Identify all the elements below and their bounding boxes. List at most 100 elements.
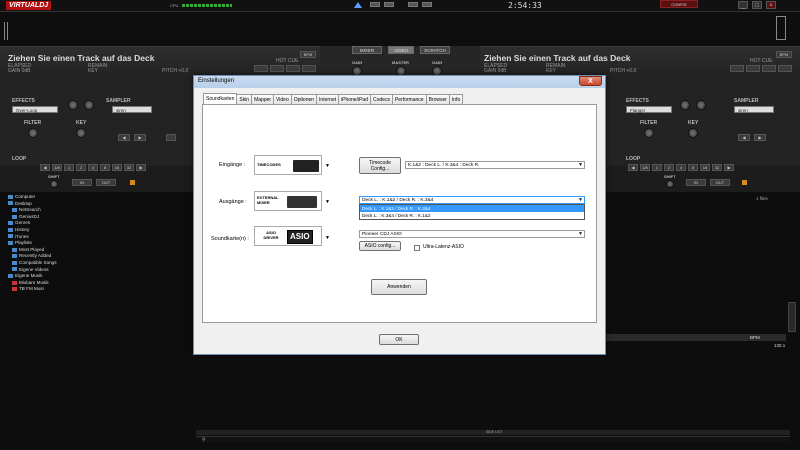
deck-left-sampler-next[interactable]: ▶ xyxy=(134,134,146,141)
deck-left-loop-4[interactable]: 4 xyxy=(88,164,98,171)
deck-right-loop-2[interactable]: 2 xyxy=(664,164,674,171)
deck-left-shift-knob[interactable] xyxy=(50,180,58,188)
tab-browser[interactable]: Browser xyxy=(425,94,450,104)
layout-icon-3[interactable] xyxy=(408,2,418,7)
tree-item-eigene-musik[interactable]: Eigene Musik xyxy=(8,273,188,280)
deck-right-loop-1-8[interactable]: 1/8 xyxy=(640,164,650,171)
deck-left-key-knob[interactable] xyxy=(76,128,86,138)
soundcard-select[interactable]: Pioneer CDJ ASIO ▼ xyxy=(359,230,585,238)
deck-left-sampler-prev[interactable]: ◀ xyxy=(118,134,130,141)
outputs-select[interactable]: Deck L. : K.1&2 / Deck R. : K.3&4 ▼ xyxy=(359,196,585,204)
deck-left-loop-prev[interactable]: ◀ xyxy=(40,164,50,171)
deck-right-in-button[interactable]: IN xyxy=(686,179,706,186)
tab-iphone-ipad[interactable]: iPhone/iPad xyxy=(338,94,371,104)
tree-item-netsearch[interactable]: NetSearch xyxy=(8,207,188,214)
deck-left-out-button[interactable]: OUT xyxy=(96,179,116,186)
tab-video[interactable]: Video xyxy=(273,94,292,104)
deck-right-hotcue-4[interactable] xyxy=(778,65,792,72)
tab-soundkarten[interactable]: Soundkarten xyxy=(203,93,238,104)
bpm-column-header[interactable]: BPM xyxy=(750,335,760,340)
outputs-device-image[interactable]: EXTERNAL MIXER xyxy=(254,191,322,211)
tree-item-mixbare-musik[interactable]: Mixbare Musik xyxy=(8,280,188,287)
deck-right-hotcue-1[interactable] xyxy=(730,65,744,72)
config-button[interactable]: CONFIG xyxy=(660,0,698,8)
deck-right-loop-1[interactable]: 1 xyxy=(652,164,662,171)
deck-left-filter-knob[interactable] xyxy=(28,128,38,138)
deck-right-lock-icon[interactable] xyxy=(742,180,747,185)
deck-left-fx-knob-1[interactable] xyxy=(68,100,78,110)
dialog-titlebar[interactable]: Einstellungen X xyxy=(194,76,605,88)
tree-item-history[interactable]: History xyxy=(8,227,188,234)
deck-right-loop-16[interactable]: 16 xyxy=(700,164,710,171)
outputs-option[interactable]: Deck L. : K.3&4 / Deck R. : K.1&2 xyxy=(360,212,584,219)
deck-left-loop-16[interactable]: 16 xyxy=(112,164,122,171)
tree-item-itunes[interactable]: iTunes xyxy=(8,234,188,241)
deck-left-loop-1[interactable]: 1 xyxy=(64,164,74,171)
tree-item-playlists[interactable]: Playlists xyxy=(8,240,188,247)
ok-button[interactable]: OK xyxy=(379,334,419,345)
deck-right-bpm-button[interactable]: BPM xyxy=(776,51,792,58)
deck-left-sampler-play[interactable] xyxy=(166,134,176,141)
tab-mapper[interactable]: Mapper xyxy=(251,94,275,104)
ultra-latency-checkbox[interactable] xyxy=(414,245,420,251)
deck-left-hotcue-1[interactable] xyxy=(254,65,268,72)
tree-item-desktop[interactable]: Desktop xyxy=(8,201,188,208)
tab-optionen[interactable]: Optionen xyxy=(290,94,318,104)
layout-icon-2[interactable] xyxy=(384,2,394,7)
tab-performance[interactable]: Performance xyxy=(391,94,427,104)
maximize-button[interactable]: □ xyxy=(752,1,762,9)
side-list-bar[interactable]: SIDE LIST xyxy=(196,430,790,435)
tree-item-geniusdj[interactable]: GeniusDJ xyxy=(8,214,188,221)
deck-right-sampler-prev[interactable]: ◀ xyxy=(738,134,750,141)
deck-right-key-knob[interactable] xyxy=(688,128,698,138)
deck-right-loop-32[interactable]: 32 xyxy=(712,164,722,171)
soundcard-dropdown-arrow[interactable]: ▼ xyxy=(325,235,330,241)
asio-config-button[interactable]: ASIO config... xyxy=(359,241,401,251)
deck-right-fx-knob-1[interactable] xyxy=(680,100,690,110)
layout-icon-4[interactable] xyxy=(422,2,432,7)
deck-left-sampler-select[interactable]: siren xyxy=(112,106,152,113)
deck-left-hotcue-3[interactable] xyxy=(286,65,300,72)
search-bar[interactable]: ⚲ xyxy=(196,436,790,443)
deck-left-in-button[interactable]: IN xyxy=(72,179,92,186)
deck-left-effect-select[interactable]: Over-Loop xyxy=(12,106,58,113)
timecode-config-button[interactable]: Timecode Config... xyxy=(359,157,401,174)
deck-right-effect-select[interactable]: Flanger xyxy=(626,106,672,113)
deck-left-loop-32[interactable]: 32 xyxy=(124,164,134,171)
deck-right-hotcue-3[interactable] xyxy=(762,65,776,72)
deck-left-bpm-button[interactable]: BPM xyxy=(300,51,316,58)
deck-right-out-button[interactable]: OUT xyxy=(710,179,730,186)
deck-left-loop-next[interactable]: ▶ xyxy=(136,164,146,171)
deck-right-shift-knob[interactable] xyxy=(666,180,674,188)
inputs-select[interactable]: K.1&2 : Deck L. / K.3&4 : Deck R. ▼ xyxy=(405,161,585,169)
deck-right-loop-next[interactable]: ▶ xyxy=(724,164,734,171)
inputs-device-image[interactable]: TIMECODES xyxy=(254,155,322,175)
apply-button[interactable]: Anwenden xyxy=(371,279,427,295)
outputs-dropdown-arrow[interactable]: ▼ xyxy=(325,199,330,205)
deck-left-loop-2[interactable]: 2 xyxy=(76,164,86,171)
deck-right-sampler-select[interactable]: siren xyxy=(734,106,774,113)
tab-scratch[interactable]: SCRATCH xyxy=(420,46,450,54)
deck-right-loop-prev[interactable]: ◀ xyxy=(628,164,638,171)
tree-item-most-played[interactable]: Most Played xyxy=(8,247,188,254)
tree-item-compatible-songs[interactable]: Compatible Songs xyxy=(8,260,188,267)
deck-left-fx-knob-2[interactable] xyxy=(84,100,94,110)
inputs-dropdown-arrow[interactable]: ▼ xyxy=(325,163,330,169)
deck-right-hotcue-2[interactable] xyxy=(746,65,760,72)
deck-left-loop-1-8[interactable]: 1/8 xyxy=(52,164,62,171)
layout-icon-1[interactable] xyxy=(370,2,380,7)
deck-right-fx-knob-2[interactable] xyxy=(696,100,706,110)
minimize-button[interactable]: _ xyxy=(738,1,748,9)
soundcard-device-image[interactable]: ASIO DRIVER ASIO xyxy=(254,226,322,246)
deck-left-lock-icon[interactable] xyxy=(130,180,135,185)
tab-internet[interactable]: Internet xyxy=(316,94,340,104)
right-scrollbar[interactable] xyxy=(788,302,796,332)
outputs-option[interactable]: Deck L. : K.1&2 / Deck R. : K.3&4 xyxy=(360,205,584,212)
tab-codecs[interactable]: Codecs xyxy=(369,94,393,104)
deck-left-loop-8[interactable]: 8 xyxy=(100,164,110,171)
tree-item-recently-added[interactable]: Recently Added xyxy=(8,253,188,260)
deck-left-hotcue-2[interactable] xyxy=(270,65,284,72)
up-arrow-icon[interactable] xyxy=(354,2,362,8)
deck-right-filter-knob[interactable] xyxy=(644,128,654,138)
tree-item-tb-fm-musi[interactable]: TB FM Musi xyxy=(8,286,188,293)
